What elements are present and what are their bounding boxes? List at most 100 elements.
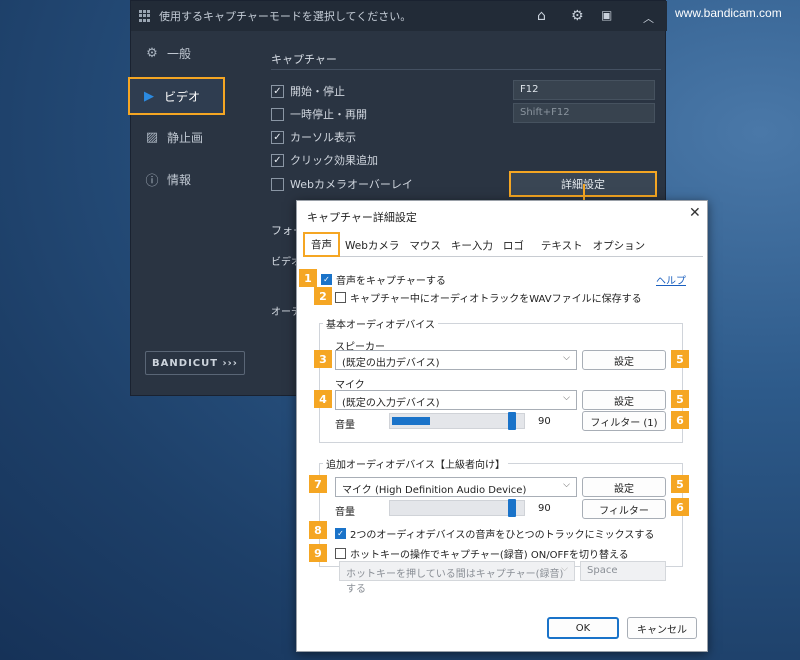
close-icon[interactable]: ✕ <box>689 205 701 221</box>
badge-5: 5 <box>671 475 689 493</box>
title-bar: 使用するキャプチャーモードを選択してください。 ⌂ ⚙ ▣ ︿ <box>131 1 667 31</box>
option-label: キャプチャー中にオーディオトラックをWAVファイルに保存する <box>350 294 642 305</box>
option-label: 音声をキャプチャーする <box>336 276 446 287</box>
video-icon[interactable]: ▣ <box>601 8 612 22</box>
divider <box>271 69 661 70</box>
minimize-icon[interactable]: ︿ <box>643 10 654 26</box>
hotkey-toggle-option[interactable]: ホットキーの操作でキャプチャー(録音) ON/OFFを切り替える <box>335 546 629 561</box>
tab-bar: 音声 Webカメラ マウス キー入力 ロゴ テキスト オプション <box>303 232 703 257</box>
sidebar-item-image[interactable]: ▨ 静止画 <box>145 129 203 146</box>
volume-label: 音量 <box>335 507 355 518</box>
checkbox[interactable]: ✓ <box>271 84 284 98</box>
badge-5: 5 <box>671 350 689 368</box>
checkbox[interactable] <box>335 292 346 303</box>
option-label: 一時停止・再開 <box>290 108 367 121</box>
tab-logo[interactable]: ロゴ <box>498 238 529 256</box>
option-label: ホットキーの操作でキャプチャー(録音) ON/OFFを切り替える <box>350 550 629 561</box>
option-label: 開始・停止 <box>290 85 345 98</box>
sidebar-item-general[interactable]: ⚙ 一般 <box>145 45 191 62</box>
badge-6: 6 <box>671 411 689 429</box>
tab-keystroke[interactable]: キー入力 <box>446 238 498 256</box>
badge-3: 3 <box>314 350 332 368</box>
hotkey-pause-resume[interactable]: Shift+F12 <box>513 103 655 123</box>
option-start-stop[interactable]: ✓ 開始・停止 <box>271 83 345 99</box>
sidebar-item-video[interactable]: ▶ ビデオ <box>128 77 225 115</box>
tab-webcam[interactable]: Webカメラ <box>340 238 404 256</box>
image-icon: ▨ <box>145 130 159 145</box>
sidebar-item-label: 静止画 <box>167 131 204 145</box>
gear-icon: ⚙ <box>146 46 158 61</box>
hotkey-start-stop[interactable]: F12 <box>513 80 655 100</box>
option-click-effect[interactable]: ✓ クリック効果追加 <box>271 152 378 168</box>
slider-thumb[interactable] <box>508 412 516 430</box>
grid-icon <box>139 10 151 22</box>
checkbox[interactable] <box>271 177 284 191</box>
home-icon[interactable]: ⌂ <box>537 8 546 24</box>
advanced-settings-dialog: キャプチャー詳細設定 ✕ 音声 Webカメラ マウス キー入力 ロゴ テキスト … <box>296 200 708 652</box>
sidebar-item-label: 一般 <box>167 47 192 61</box>
chevron-down-icon: ⌵ <box>561 564 568 574</box>
checkbox[interactable]: ✓ <box>321 274 332 285</box>
badge-6: 6 <box>671 498 689 516</box>
volume-value: 90 <box>538 416 551 427</box>
select-value: マイク (High Definition Audio Device) <box>342 485 527 496</box>
badge-8: 8 <box>309 521 327 539</box>
watermark: www.bandicam.com <box>675 6 782 20</box>
tab-options[interactable]: オプション <box>588 238 651 256</box>
volume-value: 90 <box>538 503 551 514</box>
speaker-select[interactable]: (既定の出力デバイス) ⌵ <box>335 350 577 370</box>
mic-settings-button[interactable]: 設定 <box>582 390 666 410</box>
sidebar-item-info[interactable]: ⓘ 情報 <box>145 171 192 189</box>
tab-audio[interactable]: 音声 <box>303 232 340 257</box>
cancel-button[interactable]: キャンセル <box>627 617 697 639</box>
tab-mouse[interactable]: マウス <box>404 238 446 256</box>
volume-label: 音量 <box>335 420 355 431</box>
speaker-settings-button[interactable]: 設定 <box>582 350 666 370</box>
sidebar-item-label: ビデオ <box>164 89 201 104</box>
extra-device-select[interactable]: マイク (High Definition Audio Device) ⌵ <box>335 477 577 497</box>
mode-hint: 使用するキャプチャーモードを選択してください。 <box>159 10 412 23</box>
mix-tracks-option[interactable]: ✓ 2つのオーディオデバイスの音声をひとつのトラックにミックスする <box>335 526 654 541</box>
volume-fill <box>392 417 430 425</box>
bandicut-logo[interactable]: BANDICUT ››› <box>145 351 245 375</box>
badge-1: 1 <box>299 269 317 287</box>
sidebar: ⚙ 一般 ▶ ビデオ ▨ 静止画 ⓘ 情報 BANDICUT ››› <box>128 31 251 397</box>
checkbox[interactable]: ✓ <box>271 153 284 167</box>
checkbox[interactable] <box>335 548 346 559</box>
tab-text[interactable]: テキスト <box>529 238 588 256</box>
badge-2: 2 <box>314 287 332 305</box>
help-link[interactable]: ヘルプ <box>656 272 686 287</box>
chevron-down-icon: ⌵ <box>563 353 570 363</box>
group-label: 基本オーディオデバイス <box>323 316 438 331</box>
option-label: クリック効果追加 <box>290 154 378 167</box>
ok-button[interactable]: OK <box>547 617 619 639</box>
gear-icon[interactable]: ⚙ <box>571 8 584 24</box>
filter-button[interactable]: フィルター (1) <box>582 411 666 431</box>
hotkey-key-input[interactable]: Space <box>580 561 666 581</box>
checkbox[interactable]: ✓ <box>271 130 284 144</box>
save-wav-option[interactable]: キャプチャー中にオーディオトラックをWAVファイルに保存する <box>335 290 642 305</box>
badge-7: 7 <box>309 475 327 493</box>
chevron-down-icon: ⌵ <box>563 393 570 403</box>
option-webcam-overlay[interactable]: Webカメラオーバーレイ <box>271 176 413 192</box>
info-icon: ⓘ <box>145 174 159 189</box>
hotkey-mode-select[interactable]: ホットキーを押している間はキャプチャー(録音)する ⌵ <box>339 561 575 595</box>
extra-filter-button[interactable]: フィルター <box>582 499 666 519</box>
mic-select[interactable]: (既定の入力デバイス) ⌵ <box>335 390 577 410</box>
select-value: ホットキーを押している間はキャプチャー(録音)する <box>346 569 564 595</box>
group-label: 追加オーディオデバイス【上級者向け】 <box>323 456 508 471</box>
slider-thumb[interactable] <box>508 499 516 517</box>
extra-volume-slider[interactable] <box>389 499 525 517</box>
sidebar-item-label: 情報 <box>167 173 192 187</box>
option-pause-resume[interactable]: 一時停止・再開 <box>271 106 367 122</box>
record-audio-option[interactable]: ✓ 音声をキャプチャーする <box>321 272 446 287</box>
option-label: Webカメラオーバーレイ <box>290 178 413 191</box>
extra-settings-button[interactable]: 設定 <box>582 477 666 497</box>
checkbox[interactable] <box>271 107 284 121</box>
checkbox[interactable]: ✓ <box>335 528 346 539</box>
option-show-cursor[interactable]: ✓ カーソル表示 <box>271 129 356 145</box>
dialog-title: キャプチャー詳細設定 <box>307 211 417 224</box>
badge-5: 5 <box>671 390 689 408</box>
mic-label: マイク <box>335 380 365 391</box>
volume-slider[interactable] <box>389 412 525 430</box>
